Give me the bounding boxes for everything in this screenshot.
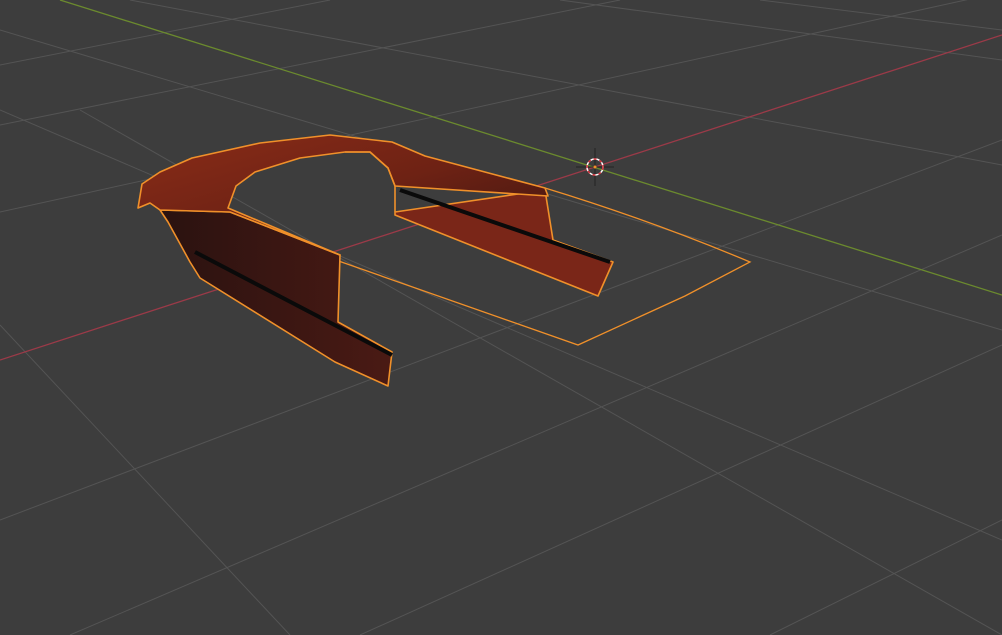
3d-viewport[interactable] [0,0,1002,635]
right-side-panel [394,189,614,297]
viewport-canvas[interactable] [0,0,1002,635]
left-side-panel [159,209,393,387]
3d-cursor-icon[interactable] [576,148,614,186]
car-body-mesh[interactable] [137,134,614,387]
